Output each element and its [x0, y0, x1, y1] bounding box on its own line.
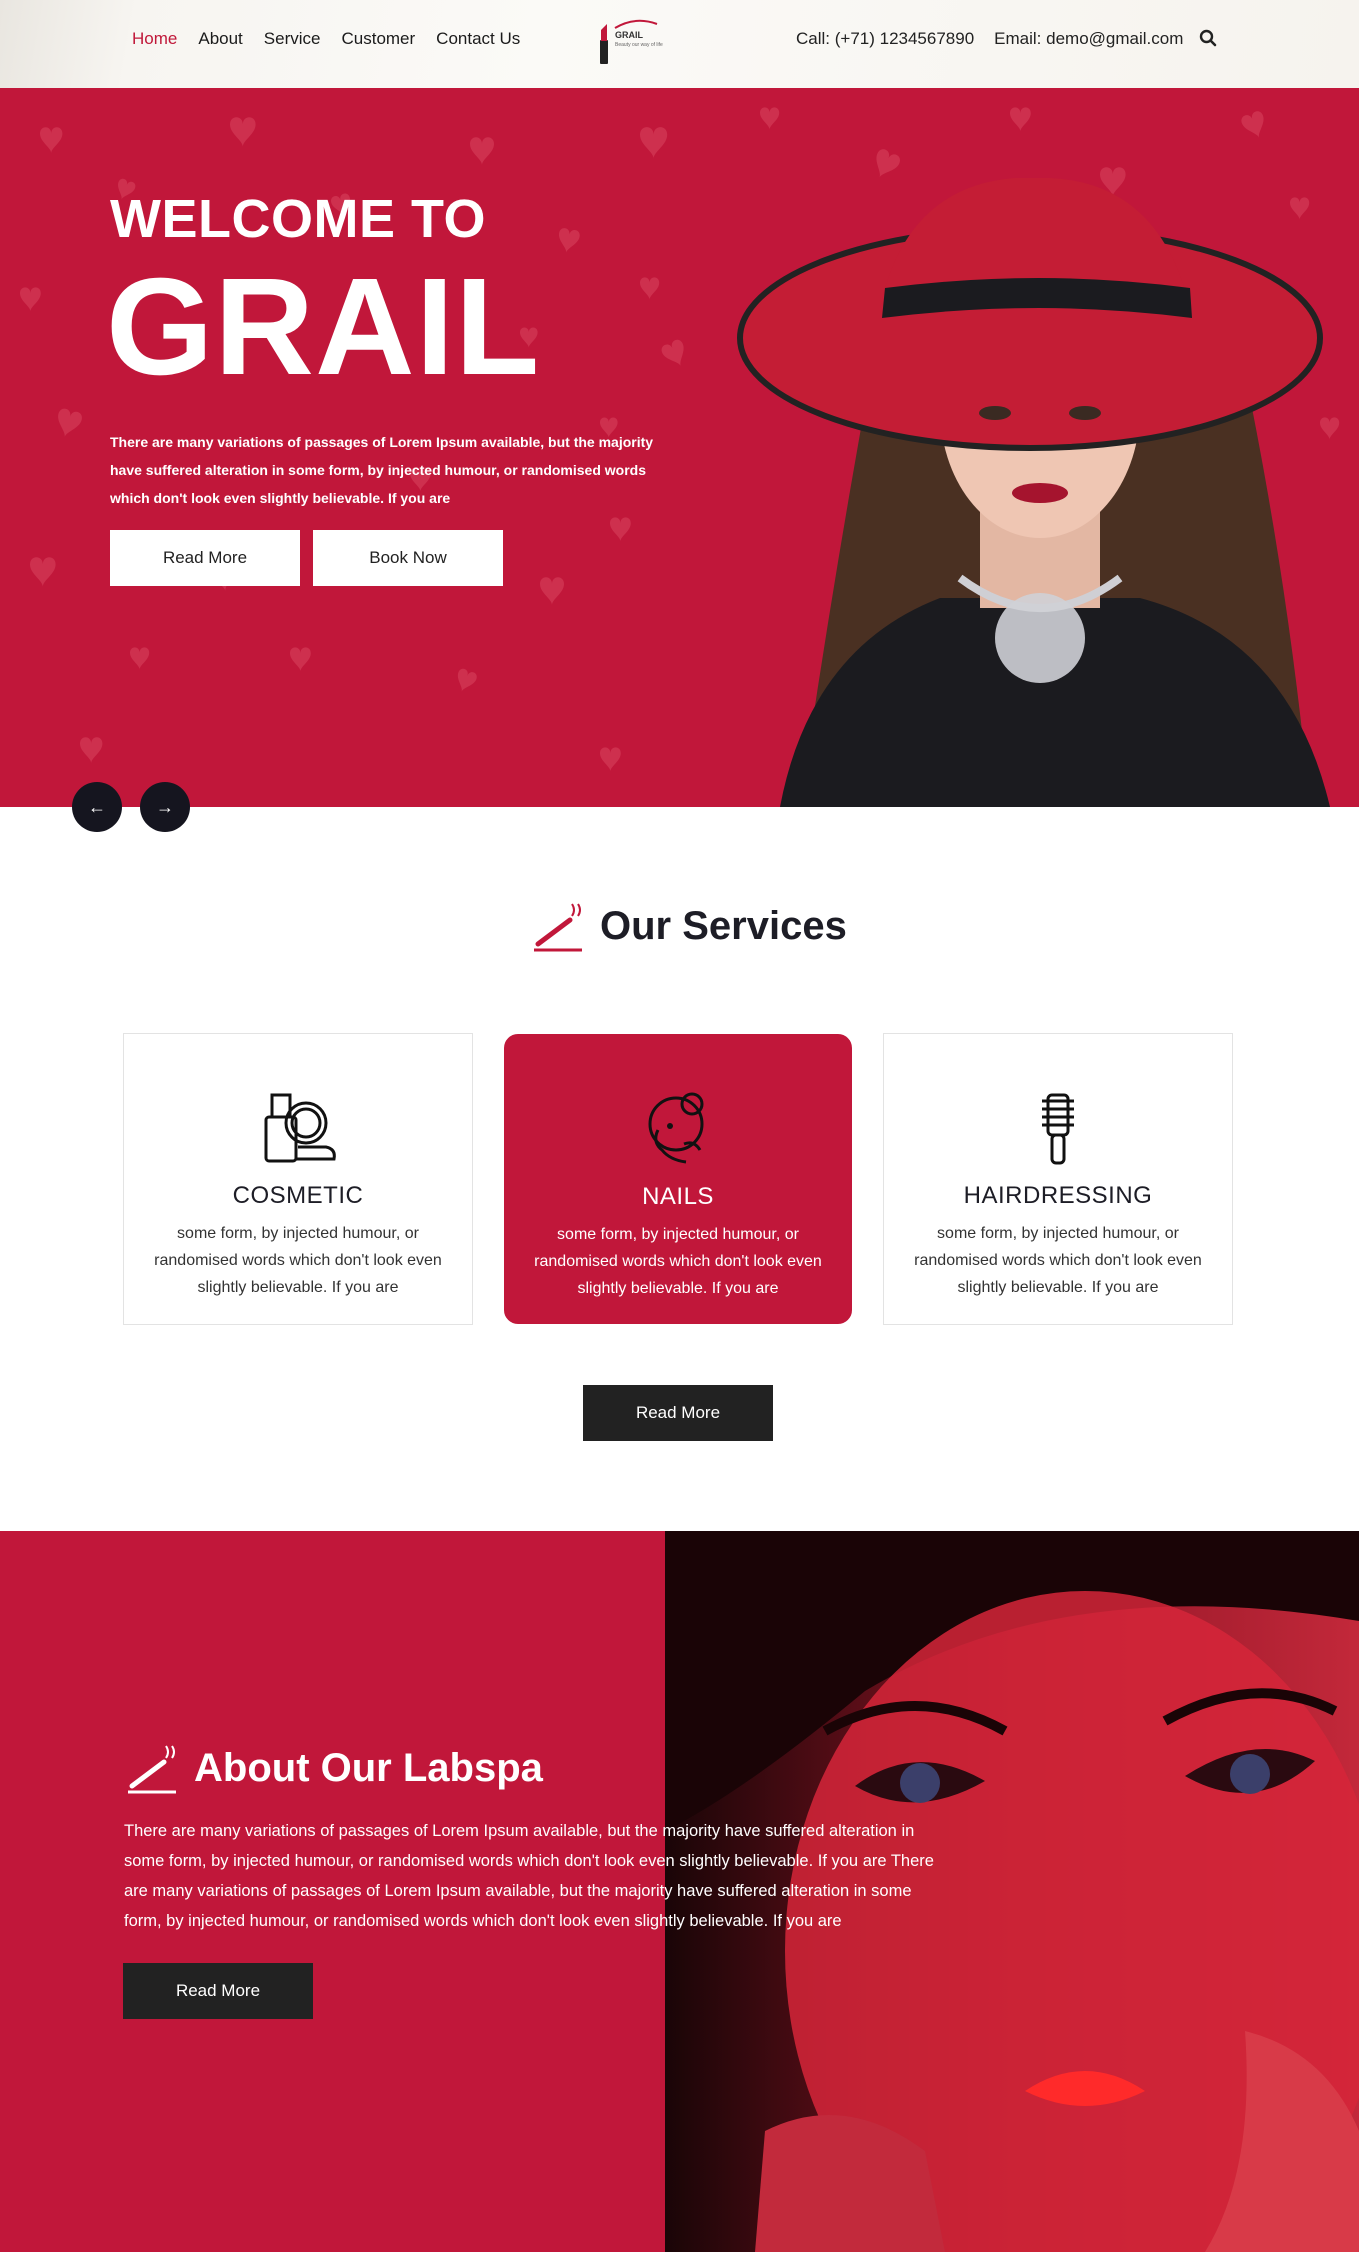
- service-desc: some form, by injected humour, or random…: [534, 1226, 822, 1297]
- about-text: There are many variations of passages of…: [124, 1822, 934, 1930]
- hero-model-image: [737, 178, 1330, 807]
- lipstick-brush-icon: [128, 1745, 176, 1794]
- nav-service[interactable]: Service: [264, 29, 321, 49]
- search-icon[interactable]: [1199, 29, 1219, 49]
- cosmetic-icon: [264, 1093, 336, 1163]
- about-heading: About Our Labspa: [124, 1740, 543, 1796]
- hero-brand: GRAIL: [106, 250, 541, 404]
- contact-info: Call: (+71) 1234567890 Email: demo@gmail…: [796, 29, 1183, 49]
- hero-book-now-button[interactable]: Book Now: [313, 530, 503, 586]
- hero-welcome: WELCOME TO: [110, 189, 486, 249]
- hero-banner: WELCOME TO GRAIL There are many variatio…: [0, 88, 1359, 807]
- email-text: Email: demo@gmail.com: [994, 29, 1184, 48]
- slider-prev-button[interactable]: ←: [72, 782, 122, 832]
- logo-tagline: Beauty our way of life: [615, 42, 663, 48]
- service-desc: some form, by injected humour, or random…: [154, 1225, 442, 1296]
- service-name: HAIRDRESSING: [963, 1182, 1153, 1209]
- services-heading: Our Services: [530, 898, 847, 954]
- service-desc: some form, by injected humour, or random…: [914, 1225, 1202, 1296]
- hero-text: There are many variations of passages of…: [110, 434, 654, 506]
- hairbrush-icon: [1042, 1093, 1074, 1165]
- services-read-more-button[interactable]: Read More: [583, 1385, 773, 1441]
- site-header: Home About Service Customer Contact Us G…: [0, 0, 1359, 88]
- service-name: COSMETIC: [232, 1182, 364, 1209]
- nav-home[interactable]: Home: [132, 29, 177, 49]
- nav-customer[interactable]: Customer: [341, 29, 415, 49]
- services-title: Our Services: [600, 903, 847, 948]
- about-read-more-button[interactable]: Read More: [123, 1963, 313, 2019]
- slider-next-button[interactable]: →: [140, 782, 190, 832]
- service-card-nails[interactable]: NAILS some form, by injected humour, or …: [504, 1034, 852, 1324]
- nav-about[interactable]: About: [198, 29, 242, 49]
- service-name: NAILS: [642, 1183, 714, 1210]
- nails-face-icon: [648, 1092, 704, 1164]
- service-card-cosmetic[interactable]: COSMETIC some form, by injected humour, …: [123, 1033, 473, 1325]
- logo-name: GRAIL: [615, 30, 643, 40]
- service-card-hairdressing[interactable]: HAIRDRESSING some form, by injected humo…: [883, 1033, 1233, 1325]
- phone-text: Call: (+71) 1234567890: [796, 29, 975, 48]
- about-section: About Our Labspa There are many variatio…: [0, 1531, 1359, 2252]
- about-title: About Our Labspa: [194, 1745, 543, 1790]
- main-nav: Home About Service Customer Contact Us: [132, 29, 520, 49]
- site-logo[interactable]: GRAIL Beauty our way of life: [595, 12, 675, 72]
- nav-contact-us[interactable]: Contact Us: [436, 29, 520, 49]
- lipstick-brush-icon: [534, 903, 582, 952]
- hero-read-more-button[interactable]: Read More: [110, 530, 300, 586]
